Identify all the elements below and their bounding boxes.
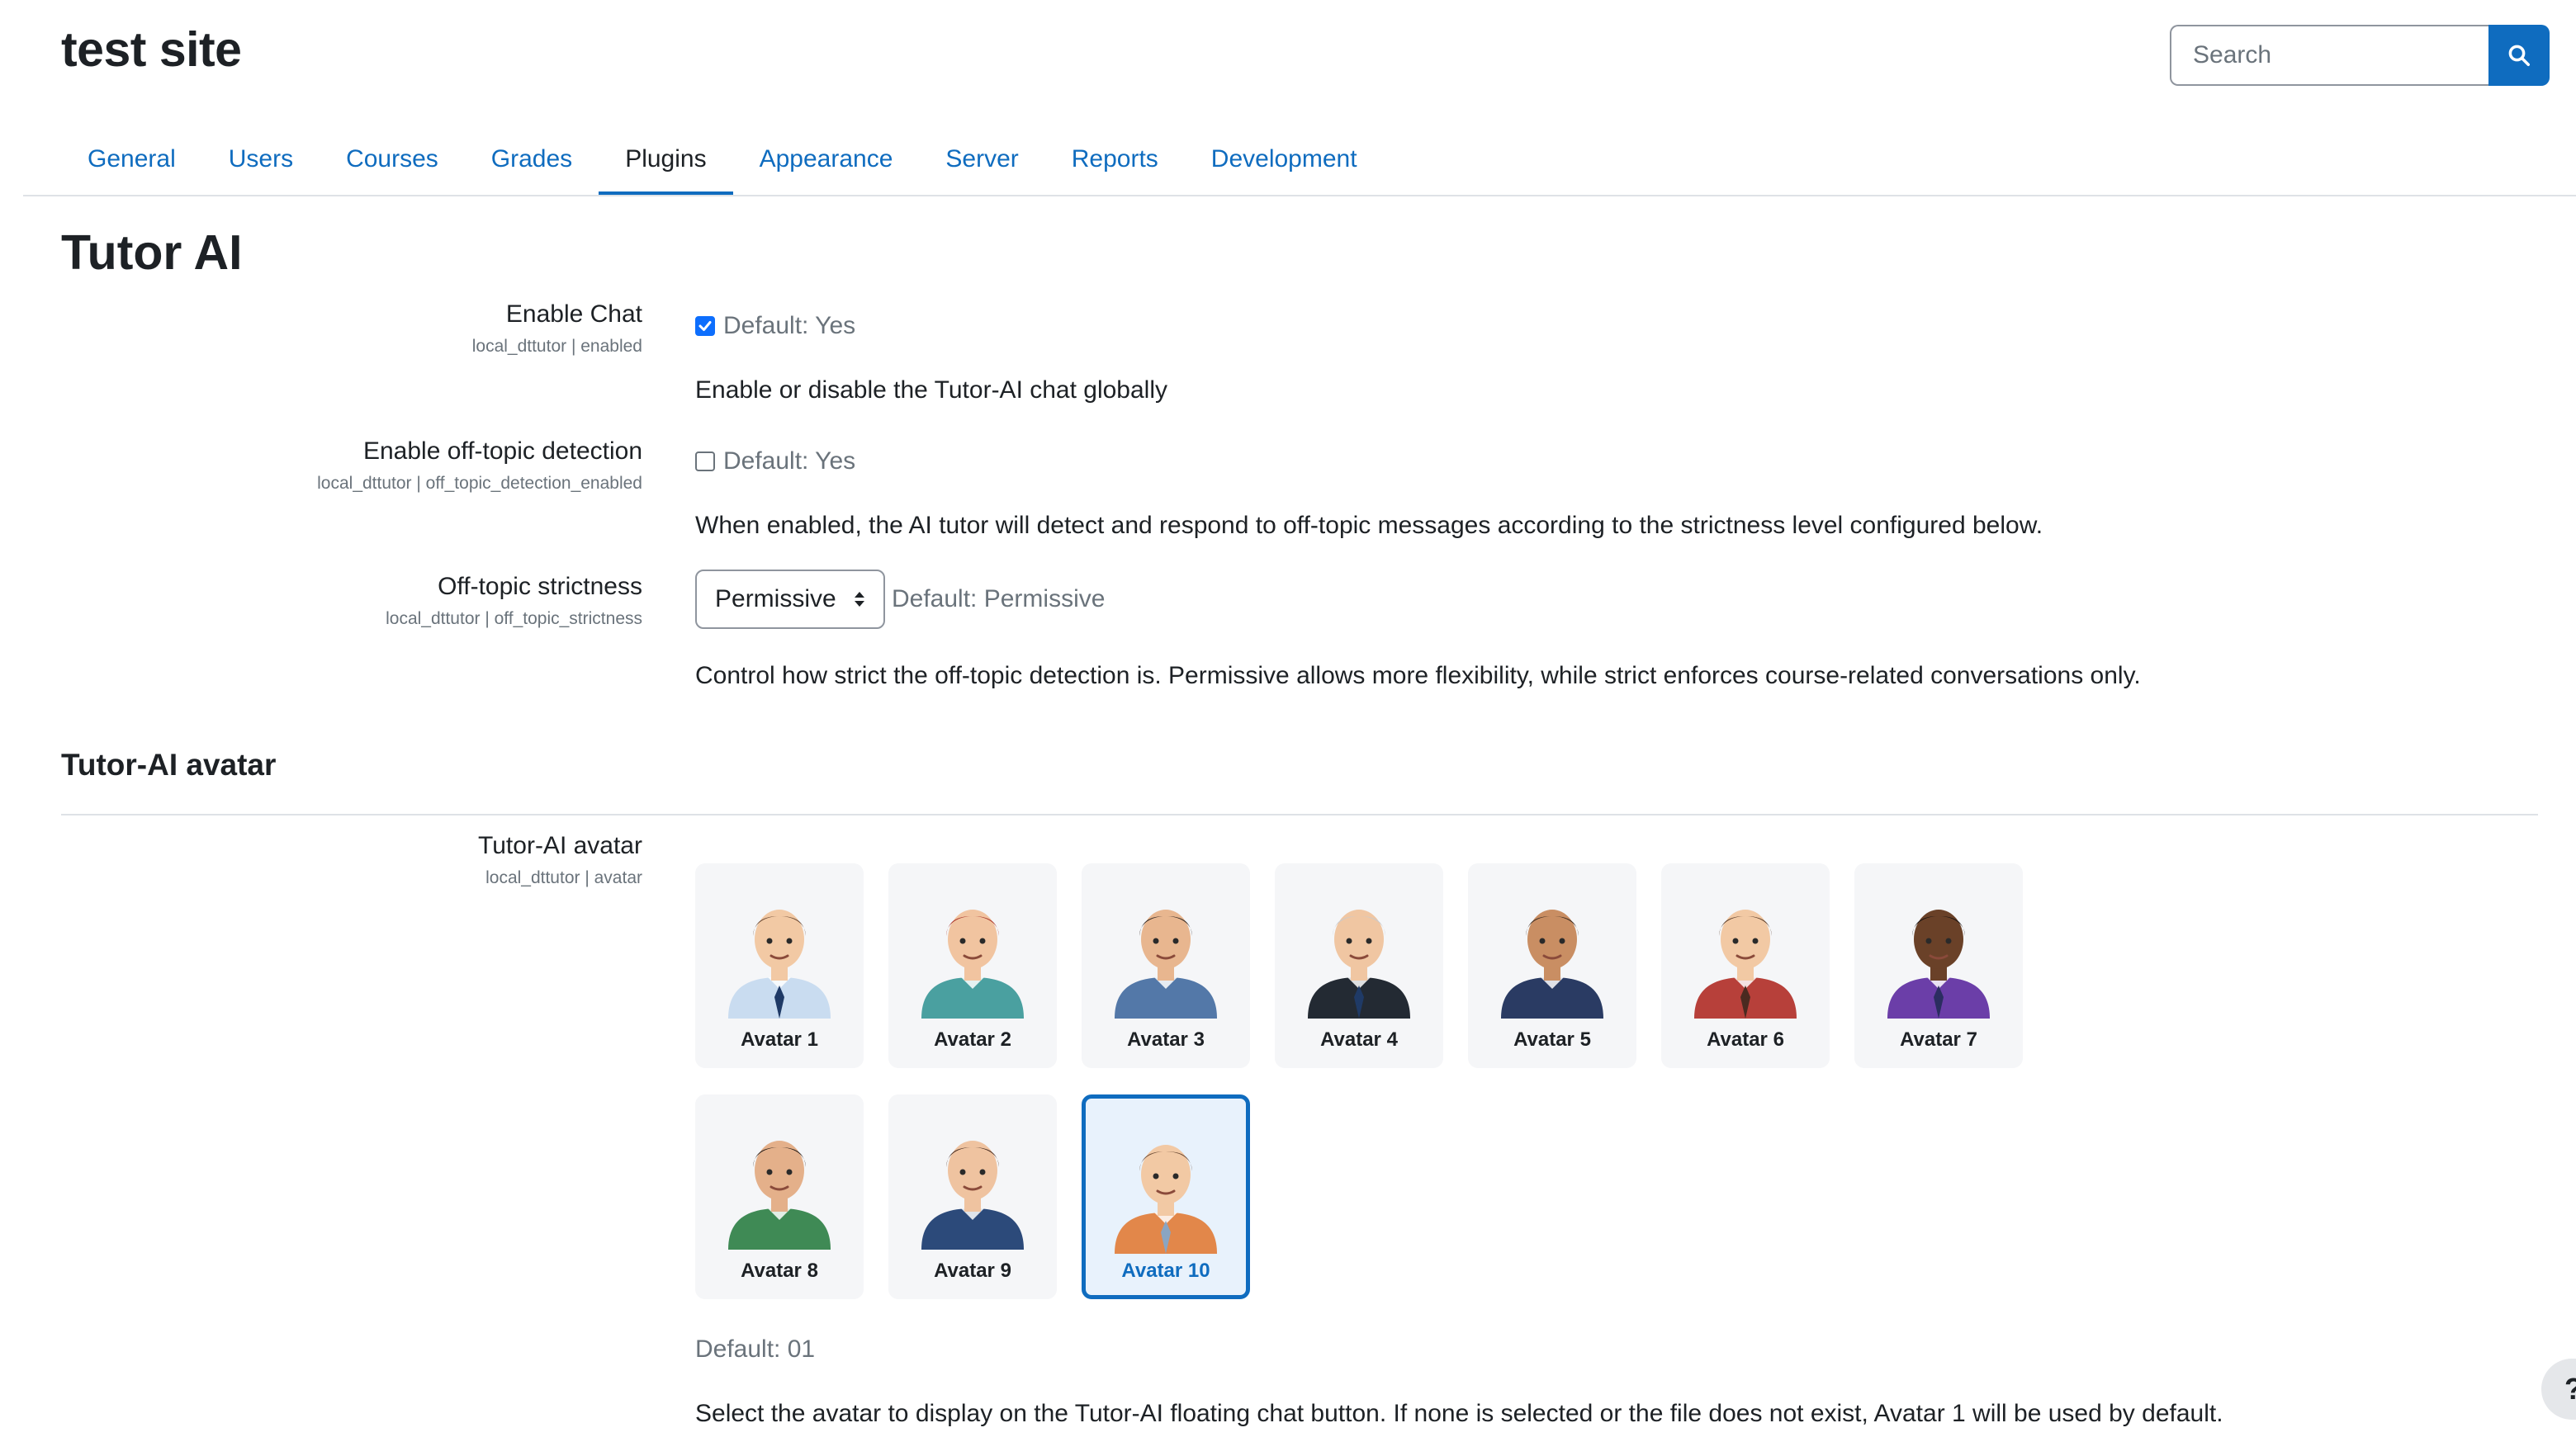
avatar-portrait-icon [1694, 910, 1797, 1019]
avatar-option-2[interactable]: Avatar 2 [888, 863, 1057, 1068]
default-value: Default: Yes [723, 312, 856, 339]
tab-reports[interactable]: Reports [1045, 122, 1185, 196]
tab-appearance[interactable]: Appearance [733, 122, 920, 196]
site-title: test site [61, 22, 242, 77]
strictness-control: Permissive Default: Permissive [695, 570, 1105, 629]
setting-label-offtopic: Enable off-topic detection local_dttutor… [317, 437, 642, 494]
avatar-label: Avatar 9 [934, 1260, 1011, 1282]
default-value: Default: Yes [723, 447, 856, 475]
avatar-option-3[interactable]: Avatar 3 [1082, 863, 1250, 1068]
avatar-label: Avatar 1 [741, 1028, 818, 1051]
avatar-label: Avatar 6 [1707, 1028, 1784, 1051]
offtopic-checkbox[interactable] [695, 451, 715, 471]
avatar-option-8[interactable]: Avatar 8 [695, 1094, 864, 1299]
search-button[interactable] [2488, 25, 2550, 86]
select-value: Permissive [715, 585, 836, 612]
enable-chat-checkbox[interactable] [695, 316, 715, 336]
avatar-label: Avatar 8 [741, 1260, 818, 1282]
setting-name: Tutor-AI avatar [478, 832, 642, 859]
avatar-label: Avatar 2 [934, 1028, 1011, 1051]
search-icon [2508, 45, 2530, 66]
avatar-option-6[interactable]: Avatar 6 [1661, 863, 1830, 1068]
avatar-portrait-icon [1115, 1145, 1217, 1254]
enable-chat-control: Default: Yes [695, 312, 855, 340]
help-label: ? [2564, 1372, 2576, 1406]
search-bar [2170, 25, 2550, 86]
admin-tabs: General Users Courses Grades Plugins Appearan… [61, 122, 1384, 196]
setting-description: Control how strict the off-topic detecti… [695, 662, 2141, 689]
tab-general[interactable]: General [61, 122, 202, 196]
avatar-label: Avatar 10 [1121, 1260, 1210, 1282]
section-divider [61, 814, 2538, 815]
setting-name: Enable Chat [505, 300, 642, 328]
avatar-option-1[interactable]: Avatar 1 [695, 863, 864, 1068]
setting-key: local_dttutor | off_topic_strictness [386, 609, 642, 628]
avatar-portrait-icon [921, 1141, 1024, 1250]
avatar-option-5[interactable]: Avatar 5 [1468, 863, 1636, 1068]
default-value: Default: Permissive [892, 585, 1106, 612]
offtopic-control: Default: Yes [695, 447, 855, 475]
tab-users[interactable]: Users [202, 122, 320, 196]
avatar-option-7[interactable]: Avatar 7 [1854, 863, 2023, 1068]
avatar-option-10[interactable]: Avatar 10 [1082, 1094, 1250, 1299]
setting-label-enable-chat: Enable Chat local_dttutor | enabled [472, 300, 642, 357]
avatar-label: Avatar 4 [1320, 1028, 1398, 1051]
tab-development[interactable]: Development [1185, 122, 1384, 196]
avatar-option-4[interactable]: Avatar 4 [1275, 863, 1443, 1068]
page-title: Tutor AI [61, 225, 243, 280]
setting-name: Off-topic strictness [438, 573, 642, 600]
sort-arrows-icon [855, 592, 864, 607]
setting-key: local_dttutor | enabled [471, 337, 642, 356]
setting-key: local_dttutor | avatar [485, 868, 642, 887]
setting-key: local_dttutor | off_topic_detection_enab… [317, 474, 642, 493]
avatar-option-9[interactable]: Avatar 9 [888, 1094, 1057, 1299]
setting-description: Select the avatar to display on the Tuto… [695, 1400, 2223, 1427]
setting-label-strictness: Off-topic strictness local_dttutor | off… [386, 573, 642, 629]
avatar-portrait-icon [728, 1141, 831, 1250]
tab-plugins[interactable]: Plugins [599, 122, 734, 196]
avatar-portrait-icon [1887, 910, 1990, 1019]
avatar-portrait-icon [921, 910, 1024, 1019]
strictness-select[interactable]: Permissive [695, 570, 885, 629]
avatar-portrait-icon [728, 910, 831, 1019]
avatar-portrait-icon [1115, 910, 1217, 1019]
search-input[interactable] [2170, 25, 2488, 86]
section-heading: Tutor-AI avatar [61, 748, 277, 782]
check-icon [698, 321, 712, 331]
setting-description: Enable or disable the Tutor-AI chat glob… [695, 376, 1168, 404]
setting-name: Enable off-topic detection [362, 437, 642, 465]
tabs-divider [23, 195, 2576, 196]
help-button[interactable]: ? [2541, 1359, 2576, 1420]
avatar-label: Avatar 3 [1127, 1028, 1205, 1051]
tab-grades[interactable]: Grades [465, 122, 599, 196]
avatar-portrait-icon [1501, 910, 1603, 1019]
setting-label-avatar: Tutor-AI avatar local_dttutor | avatar [478, 832, 642, 888]
setting-description: When enabled, the AI tutor will detect a… [695, 512, 2043, 539]
avatar-label: Avatar 5 [1513, 1028, 1591, 1051]
avatar-label: Avatar 7 [1900, 1028, 1977, 1051]
default-value: Default: 01 [695, 1335, 816, 1363]
tab-courses[interactable]: Courses [320, 122, 465, 196]
tab-server[interactable]: Server [919, 122, 1044, 196]
avatar-portrait-icon [1308, 910, 1410, 1019]
